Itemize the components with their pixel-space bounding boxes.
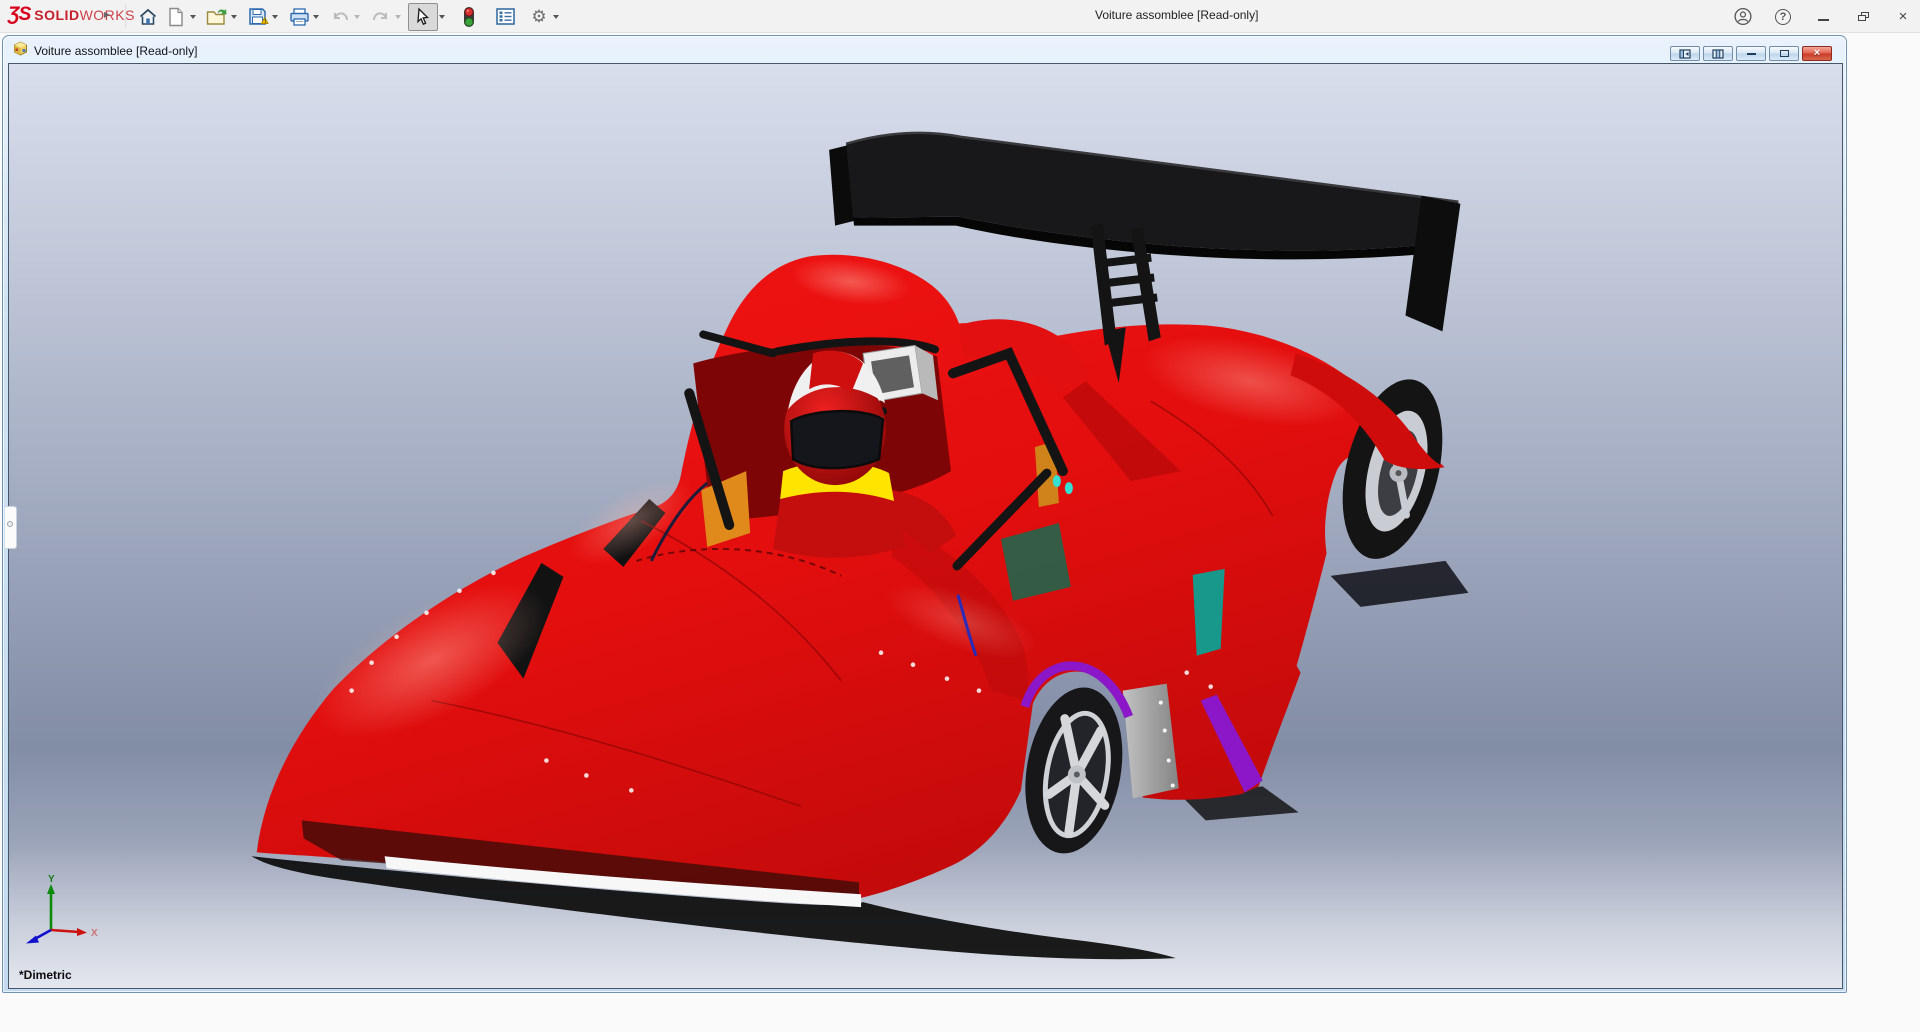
document-close-button[interactable]: × — [1802, 46, 1832, 61]
select-tool-caret-icon[interactable] — [439, 15, 445, 19]
collapse-pane-button[interactable] — [1670, 46, 1700, 61]
triad-y-label: Y — [48, 874, 55, 885]
undo-caret-icon — [354, 15, 360, 19]
new-document-button[interactable] — [162, 3, 203, 31]
properties-list-icon — [494, 6, 516, 28]
app-titlebar: ƷS SOLIDWORKS ▸ ! — [0, 0, 1920, 33]
redo-button — [367, 3, 408, 31]
performance-evaluation-traffic-light-icon — [458, 6, 480, 28]
view-orientation-label: *Dimetric — [19, 968, 72, 982]
new-document-icon — [165, 6, 187, 28]
ds-logo-mark: ƷS — [8, 4, 30, 26]
home-icon — [137, 6, 159, 28]
redo-caret-icon — [395, 15, 401, 19]
options-caret-icon[interactable] — [553, 15, 559, 19]
open-caret-icon[interactable] — [231, 15, 237, 19]
quick-access-toolbar: ! — [134, 0, 566, 33]
graphics-viewport[interactable]: Y X *Dimetric — [8, 63, 1843, 989]
document-restore-button[interactable] — [1769, 46, 1799, 61]
document-titlebar[interactable]: Voiture assomblee [Read-only] × — [3, 36, 1846, 63]
options-gear-icon: ⚙ — [528, 6, 550, 28]
restore-icon — [1780, 50, 1789, 57]
triad-x-label: X — [91, 928, 98, 939]
assembly-cube-icon — [13, 41, 28, 61]
pane-tab-knob-icon — [7, 521, 13, 527]
account-icon[interactable] — [1734, 8, 1752, 26]
options-button[interactable]: ⚙ — [525, 3, 566, 31]
app-window-controls: ? × — [1734, 0, 1912, 33]
minimize-button[interactable] — [1814, 8, 1832, 26]
open-folder-icon — [206, 6, 228, 28]
save-icon: ! — [247, 6, 269, 28]
document-window-buttons: × — [1670, 46, 1832, 61]
properties-button[interactable] — [491, 3, 519, 31]
close-icon: × — [1814, 48, 1820, 59]
print-button[interactable] — [285, 3, 326, 31]
cyan-light — [1065, 482, 1073, 494]
undo-button — [326, 3, 367, 31]
expand-pane-button[interactable] — [1703, 46, 1733, 61]
select-tool-button[interactable] — [408, 3, 438, 31]
print-caret-icon[interactable] — [313, 15, 319, 19]
document-window: Voiture assomblee [Read-only] × — [2, 35, 1847, 993]
front-wheel[interactable] — [1013, 666, 1135, 861]
teal-side-window — [1193, 569, 1225, 656]
collapse-pane-icon — [1679, 49, 1691, 59]
document-minimize-button[interactable] — [1736, 46, 1766, 61]
redo-icon — [370, 6, 392, 28]
save-button[interactable]: ! — [244, 3, 285, 31]
home-button[interactable] — [134, 3, 162, 31]
toolbar-separator — [125, 4, 126, 28]
solidworks-logo: ƷS SOLIDWORKS — [8, 4, 135, 26]
document-title: Voiture assomblee [Read-only] — [34, 44, 197, 58]
brand-name: SOLIDWORKS — [34, 7, 135, 23]
svg-text:!: ! — [264, 19, 266, 25]
cyan-light — [1053, 475, 1061, 487]
reference-triad: Y X — [19, 872, 105, 946]
logo-flyout-arrow-icon[interactable]: ▸ — [104, 7, 110, 21]
new-document-caret-icon[interactable] — [190, 15, 196, 19]
select-cursor-icon — [412, 6, 434, 28]
restore-button[interactable] — [1854, 8, 1872, 26]
save-caret-icon[interactable] — [272, 15, 278, 19]
car-3d-model — [9, 64, 1842, 988]
close-button[interactable]: × — [1894, 8, 1912, 26]
helmet-visor — [791, 411, 883, 468]
undo-icon — [329, 6, 351, 28]
help-icon[interactable]: ? — [1774, 8, 1792, 26]
app-window-title: Voiture assomblee [Read-only] — [1095, 8, 1258, 22]
feature-pane-collapsed-tab[interactable] — [5, 506, 17, 549]
expand-pane-icon — [1712, 49, 1724, 59]
performance-evaluation-button[interactable] — [455, 3, 483, 31]
print-icon — [288, 6, 310, 28]
open-button[interactable] — [203, 3, 244, 31]
minimize-icon — [1747, 53, 1756, 55]
